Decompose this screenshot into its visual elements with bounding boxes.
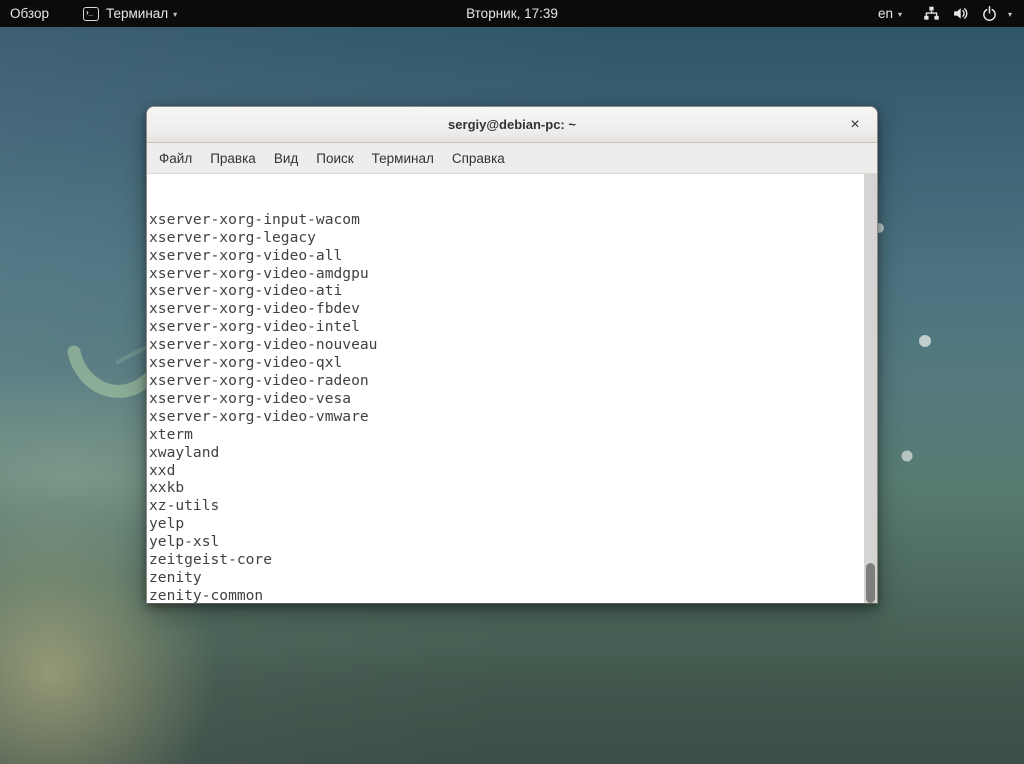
clock[interactable]: Вторник, 17:39 xyxy=(466,6,558,21)
menu-item-1[interactable]: Правка xyxy=(201,151,265,166)
menu-item-2[interactable]: Вид xyxy=(265,151,307,166)
terminal-line-15: xxkb xyxy=(149,479,861,497)
close-button[interactable]: × xyxy=(841,107,869,142)
window-title: sergiy@debian-pc: ~ xyxy=(147,117,877,132)
scrollbar-thumb[interactable] xyxy=(866,563,875,603)
terminal-line-21: zenity-common xyxy=(149,587,861,603)
terminal-window: sergiy@debian-pc: ~ × ФайлПравкаВидПоиск… xyxy=(146,106,878,604)
terminal-line-8: xserver-xorg-video-qxl xyxy=(149,354,861,372)
volume-icon[interactable] xyxy=(952,5,970,23)
activities-label: Обзор xyxy=(10,6,49,21)
terminal-line-11: xserver-xorg-video-vmware xyxy=(149,408,861,426)
terminal-line-12: xterm xyxy=(149,426,861,444)
terminal-line-0: xserver-xorg-input-wacom xyxy=(149,211,861,229)
activities-button[interactable]: Обзор xyxy=(0,0,59,27)
terminal-output: xserver-xorg-input-wacomxserver-xorg-leg… xyxy=(149,211,861,603)
app-menu-terminal[interactable]: ›_ Терминал ▾ xyxy=(73,0,187,27)
keyboard-layout-menu[interactable]: en ▾ xyxy=(878,6,902,21)
terminal-viewport[interactable]: xserver-xorg-input-wacomxserver-xorg-leg… xyxy=(147,174,877,603)
terminal-line-3: xserver-xorg-video-amdgpu xyxy=(149,265,861,283)
top-bar: Обзор ›_ Терминал ▾ Вторник, 17:39 en ▾ xyxy=(0,0,1024,27)
wallpaper-dot xyxy=(919,335,931,347)
terminal-line-6: xserver-xorg-video-intel xyxy=(149,318,861,336)
terminal-icon: ›_ xyxy=(83,7,99,21)
wallpaper-dot xyxy=(902,451,913,462)
menu-item-0[interactable]: Файл xyxy=(150,151,201,166)
keyboard-layout-label: en xyxy=(878,6,893,21)
chevron-down-icon: ▾ xyxy=(1008,10,1012,19)
power-icon[interactable] xyxy=(981,5,999,23)
chevron-down-icon: ▾ xyxy=(173,10,177,19)
menu-item-4[interactable]: Терминал xyxy=(363,151,443,166)
network-wired-icon[interactable] xyxy=(923,5,941,23)
terminal-line-18: yelp-xsl xyxy=(149,533,861,551)
terminal-line-7: xserver-xorg-video-nouveau xyxy=(149,336,861,354)
menu-item-3[interactable]: Поиск xyxy=(307,151,362,166)
chevron-down-icon: ▾ xyxy=(898,10,902,19)
scrollbar[interactable] xyxy=(864,174,877,603)
window-titlebar[interactable]: sergiy@debian-pc: ~ × xyxy=(147,107,877,143)
terminal-line-5: xserver-xorg-video-fbdev xyxy=(149,300,861,318)
terminal-line-14: xxd xyxy=(149,462,861,480)
terminal-line-17: yelp xyxy=(149,515,861,533)
terminal-line-2: xserver-xorg-video-all xyxy=(149,247,861,265)
menu-item-5[interactable]: Справка xyxy=(443,151,514,166)
terminal-line-16: xz-utils xyxy=(149,497,861,515)
menu-bar: ФайлПравкаВидПоискТерминалСправка xyxy=(147,143,877,174)
terminal-line-9: xserver-xorg-video-radeon xyxy=(149,372,861,390)
terminal-text: xserver-xorg-input-wacomxserver-xorg-leg… xyxy=(149,175,861,603)
terminal-line-10: xserver-xorg-video-vesa xyxy=(149,390,861,408)
terminal-line-19: zeitgeist-core xyxy=(149,551,861,569)
terminal-line-20: zenity xyxy=(149,569,861,587)
terminal-line-1: xserver-xorg-legacy xyxy=(149,229,861,247)
app-menu-label: Терминал xyxy=(106,6,168,21)
terminal-line-13: xwayland xyxy=(149,444,861,462)
terminal-line-4: xserver-xorg-video-ati xyxy=(149,282,861,300)
